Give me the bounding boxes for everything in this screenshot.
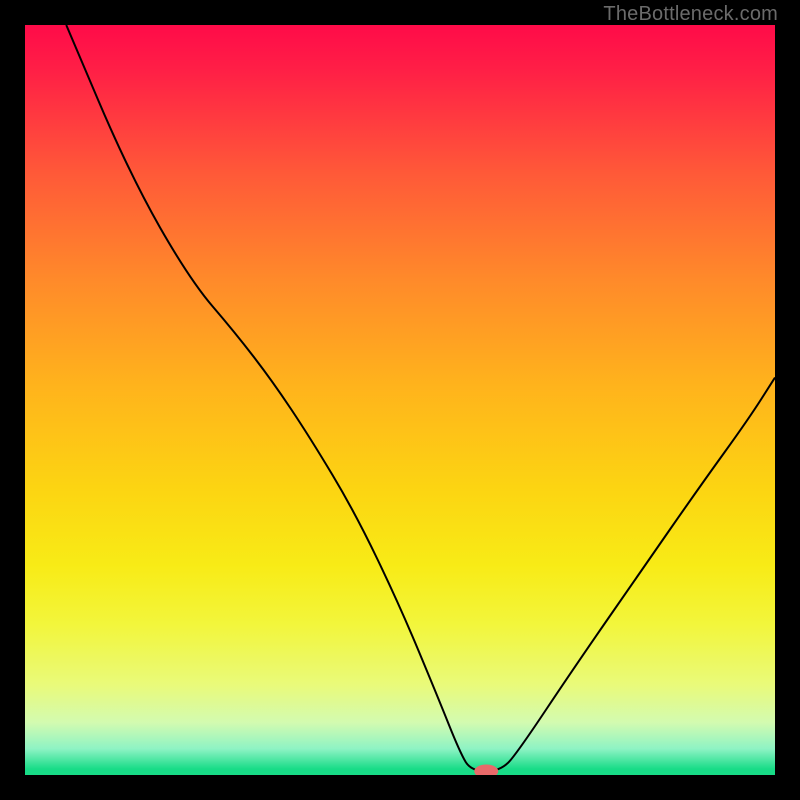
bottleneck-curve-svg (25, 25, 775, 775)
plot-area (25, 25, 775, 775)
watermark-text: TheBottleneck.com (603, 3, 778, 26)
chart-frame: TheBottleneck.com (0, 0, 800, 800)
optimal-marker (474, 765, 498, 776)
series-bottleneck-curve (66, 25, 775, 771)
